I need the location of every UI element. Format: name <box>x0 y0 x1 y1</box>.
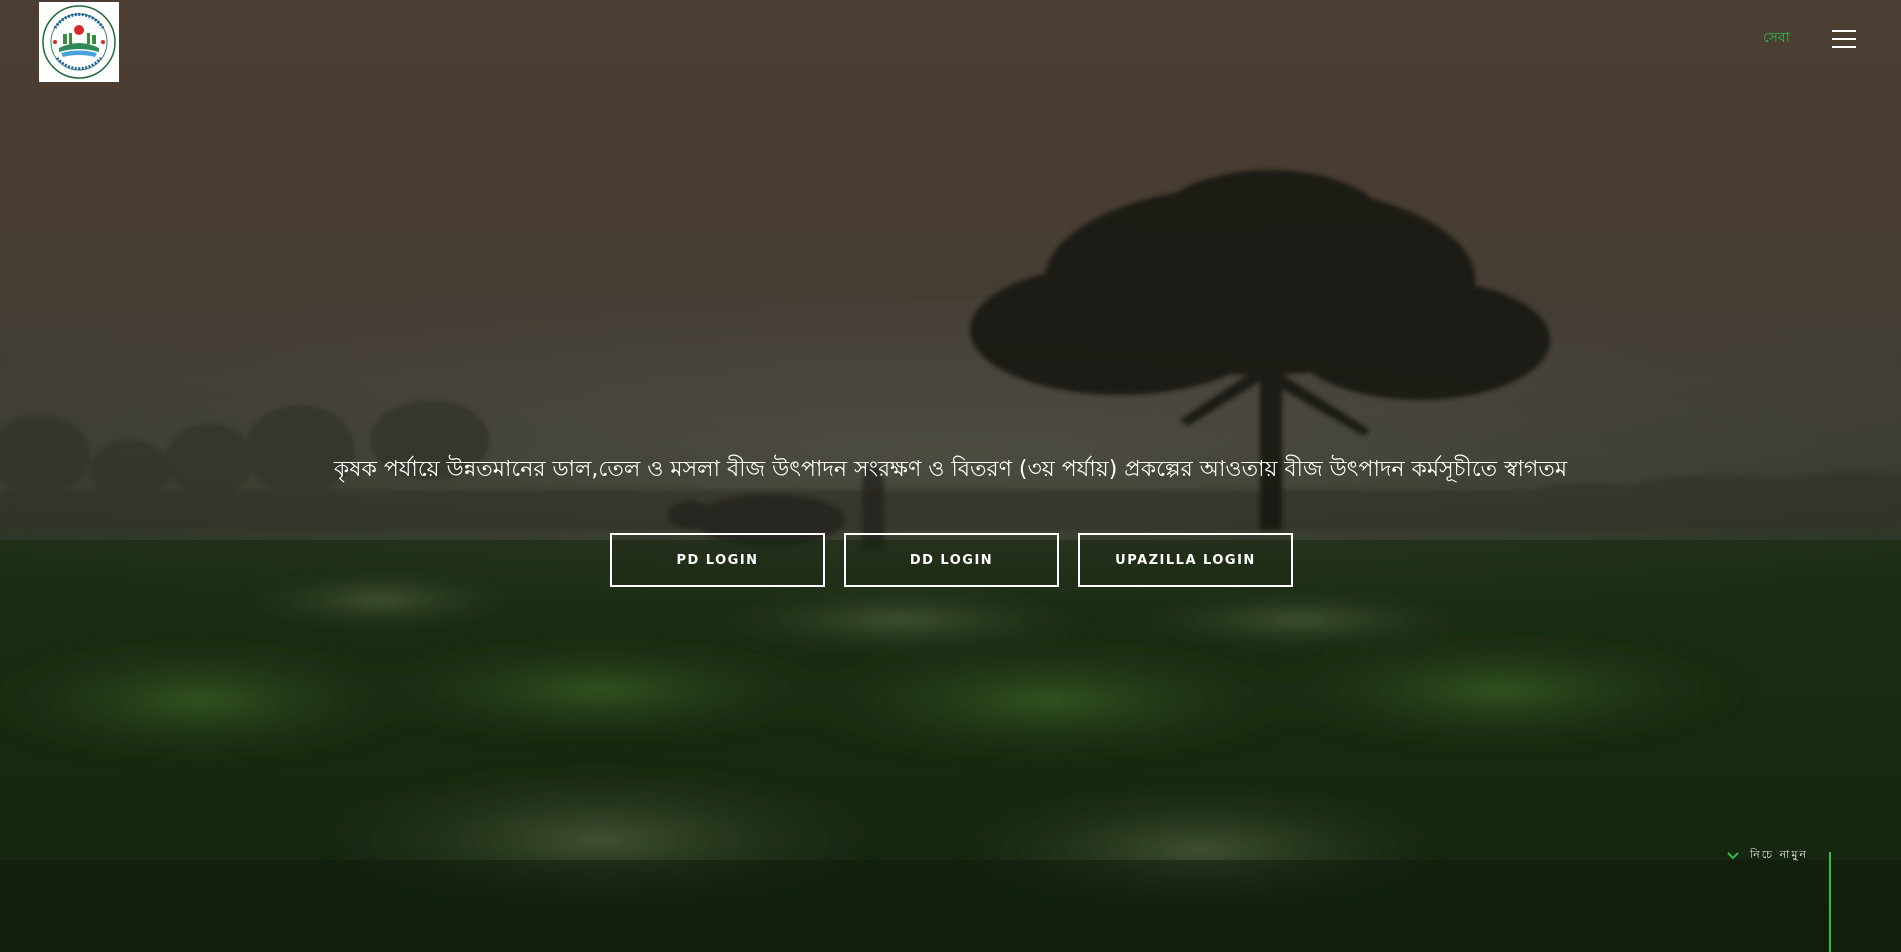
hero-section: সেবা কৃষক পর্যায়ে উন্নতমানের ডাল,তেল ও … <box>0 0 1901 952</box>
login-button-group: PD LOGIN DD LOGIN UPAZILLA LOGIN <box>610 533 1293 587</box>
site-logo[interactable] <box>39 2 119 82</box>
menu-bar <box>1832 46 1856 48</box>
scroll-down-link[interactable]: নিচে নামুন <box>1726 846 1808 865</box>
chevron-down-icon <box>1727 851 1739 859</box>
scroll-indicator-line <box>1829 852 1831 952</box>
dae-seal-icon <box>42 5 116 79</box>
menu-bar <box>1832 38 1856 40</box>
nav-service-link[interactable]: সেবা <box>1763 26 1790 50</box>
dd-login-button[interactable]: DD LOGIN <box>844 533 1059 587</box>
pd-login-button[interactable]: PD LOGIN <box>610 533 825 587</box>
hamburger-icon[interactable] <box>1832 28 1856 52</box>
scroll-down-label: নিচে নামুন <box>1750 848 1808 861</box>
upazilla-login-button[interactable]: UPAZILLA LOGIN <box>1078 533 1293 587</box>
menu-bar <box>1832 30 1856 32</box>
hero-headline: কৃষক পর্যায়ে উন্নতমানের ডাল,তেল ও মসলা … <box>333 457 1568 482</box>
